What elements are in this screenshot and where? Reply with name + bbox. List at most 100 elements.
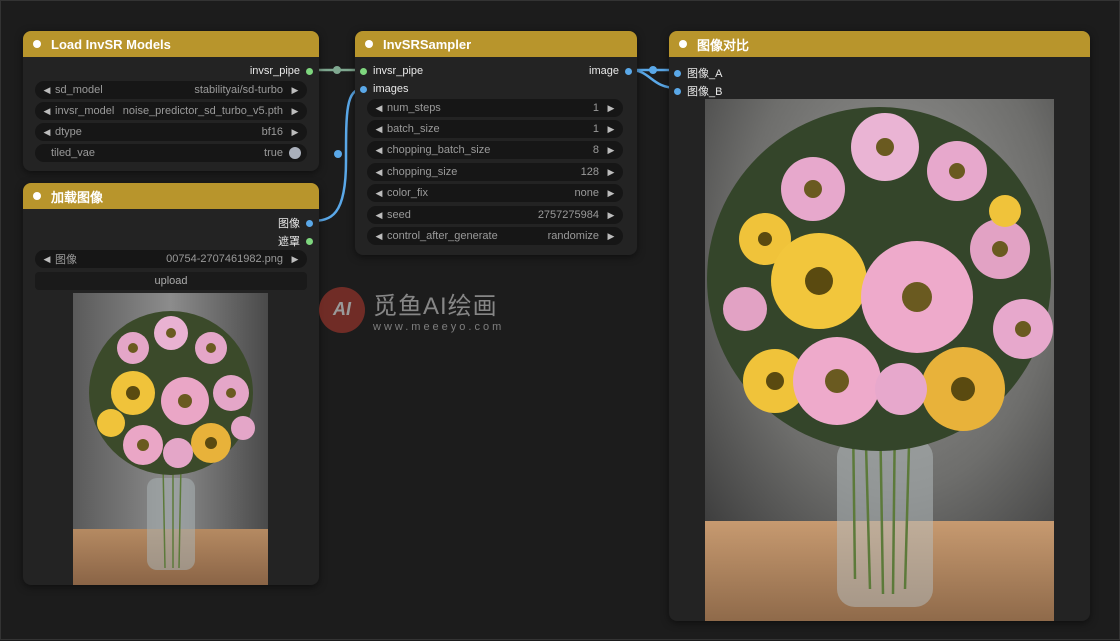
widget-label: tiled_vae <box>51 147 96 159</box>
output-dot-icon[interactable] <box>306 219 313 227</box>
toggle-icon[interactable] <box>289 147 301 159</box>
node-title: InvSRSampler <box>383 36 472 52</box>
node-canvas[interactable]: Load InvSR Models invsr_pipe ◀ sd_model … <box>0 0 1120 640</box>
output-dot-icon[interactable] <box>306 237 313 245</box>
widget-value: none <box>574 187 599 199</box>
widget-label: batch_size <box>387 123 440 135</box>
slot-label: 遮罩 <box>278 236 300 248</box>
collapse-dot-icon[interactable] <box>365 40 373 48</box>
collapse-dot-icon[interactable] <box>679 40 687 48</box>
input-slot-invsr-pipe[interactable]: invsr_pipe <box>360 65 423 77</box>
input-dot-icon[interactable] <box>674 69 681 77</box>
output-slot-invsr-pipe[interactable]: invsr_pipe <box>250 65 313 77</box>
arrow-right-icon[interactable]: ▶ <box>605 231 617 242</box>
wire-reroute-dot-3 <box>649 66 657 74</box>
widget-chopping-batch-size[interactable]: ◀ chopping_batch_size 8 ▶ <box>367 141 623 159</box>
arrow-left-icon[interactable]: ◀ <box>373 145 385 156</box>
arrow-right-icon[interactable]: ▶ <box>289 106 301 117</box>
wire-reroute-dot <box>333 66 341 74</box>
arrow-left-icon[interactable]: ◀ <box>373 124 385 135</box>
wire-reroute-dot-2 <box>334 150 342 158</box>
widget-color-fix[interactable]: ◀ color_fix none ▶ <box>367 184 623 202</box>
node-header[interactable]: InvSRSampler <box>355 31 637 57</box>
node-header[interactable]: 图像对比 <box>669 31 1090 57</box>
widget-value: 2757275984 <box>537 209 599 221</box>
arrow-right-icon[interactable]: ▶ <box>289 85 301 96</box>
watermark: AI 觅鱼AI绘画 www.meeeyo.com <box>319 286 504 333</box>
output-dot-icon[interactable] <box>306 67 313 75</box>
slot-label: 图像_B <box>687 86 723 98</box>
widget-label: seed <box>387 209 411 221</box>
arrow-left-icon[interactable]: ◀ <box>41 85 53 96</box>
node-header[interactable]: Load InvSR Models <box>23 31 319 57</box>
widget-label: chopping_batch_size <box>387 144 491 156</box>
widget-batch-size[interactable]: ◀ batch_size 1 ▶ <box>367 120 623 138</box>
output-slot-mask[interactable]: 遮罩 <box>278 233 313 249</box>
widget-tiled-vae[interactable]: tiled_vae true <box>35 144 307 162</box>
widget-chopping-size[interactable]: ◀ chopping_size 128 ▶ <box>367 163 623 181</box>
arrow-right-icon[interactable]: ▶ <box>289 254 301 265</box>
output-slot-image[interactable]: 图像 <box>278 215 313 231</box>
node-title: 加载图像 <box>51 189 104 205</box>
output-slot-image[interactable]: image <box>589 65 632 77</box>
arrow-right-icon[interactable]: ▶ <box>605 145 617 156</box>
upload-button[interactable]: upload <box>35 272 307 290</box>
arrow-right-icon[interactable]: ▶ <box>289 127 301 138</box>
widget-value: stabilityai/sd-turbo <box>194 84 283 96</box>
node-title: Load InvSR Models <box>51 36 171 52</box>
watermark-sub-text: www.meeeyo.com <box>373 321 505 333</box>
slot-label: images <box>373 83 409 95</box>
widget-value: 1 <box>592 123 599 135</box>
slot-label: invsr_pipe <box>249 65 300 77</box>
input-slot-image-b[interactable]: 图像_B <box>674 83 722 99</box>
node-invsr-sampler[interactable]: InvSRSampler invsr_pipe images image ◀ n… <box>355 31 637 255</box>
node-image-compare[interactable]: 图像对比 图像_A 图像_B <box>669 31 1090 621</box>
output-dot-icon[interactable] <box>625 67 632 75</box>
widget-label: 图像 <box>55 254 77 266</box>
arrow-left-icon[interactable]: ◀ <box>373 210 385 221</box>
watermark-logo-icon: AI <box>319 286 365 333</box>
widget-seed[interactable]: ◀ seed 2757275984 ▶ <box>367 206 623 224</box>
comparison-image[interactable] <box>705 99 1054 621</box>
arrow-left-icon[interactable]: ◀ <box>373 231 385 242</box>
collapse-dot-icon[interactable] <box>33 40 41 48</box>
widget-label: num_steps <box>387 102 441 114</box>
widget-value: 1 <box>592 102 599 114</box>
widget-control-after-generate[interactable]: ◀ control_after_generate randomize ▶ <box>367 227 623 245</box>
arrow-right-icon[interactable]: ▶ <box>605 210 617 221</box>
widget-sd-model[interactable]: ◀ sd_model stabilityai/sd-turbo ▶ <box>35 81 307 99</box>
widget-num-steps[interactable]: ◀ num_steps 1 ▶ <box>367 99 623 117</box>
arrow-right-icon[interactable]: ▶ <box>605 124 617 135</box>
arrow-left-icon[interactable]: ◀ <box>373 103 385 114</box>
arrow-left-icon[interactable]: ◀ <box>41 127 53 138</box>
input-dot-icon[interactable] <box>360 67 367 75</box>
widget-label: sd_model <box>55 84 103 96</box>
widget-value: randomize <box>547 230 599 242</box>
arrow-left-icon[interactable]: ◀ <box>373 167 385 178</box>
collapse-dot-icon[interactable] <box>33 192 41 200</box>
node-load-invsr-models[interactable]: Load InvSR Models invsr_pipe ◀ sd_model … <box>23 31 319 171</box>
arrow-left-icon[interactable]: ◀ <box>41 106 53 117</box>
input-slot-image-a[interactable]: 图像_A <box>674 65 722 81</box>
widget-image-file[interactable]: ◀ 图像 00754-2707461982.png ▶ <box>35 250 307 268</box>
widget-invsr-model[interactable]: ◀ invsr_model noise_predictor_sd_turbo_v… <box>35 102 307 120</box>
input-slot-images[interactable]: images <box>360 83 408 95</box>
arrow-right-icon[interactable]: ▶ <box>605 188 617 199</box>
slot-label: 图像_A <box>687 68 723 80</box>
widget-value: 128 <box>580 166 599 178</box>
input-dot-icon[interactable] <box>360 85 367 93</box>
node-header[interactable]: 加载图像 <box>23 183 319 209</box>
widget-label: color_fix <box>387 187 428 199</box>
widget-label: dtype <box>55 126 82 138</box>
widget-label: control_after_generate <box>387 230 498 242</box>
arrow-right-icon[interactable]: ▶ <box>605 167 617 178</box>
arrow-left-icon[interactable]: ◀ <box>41 254 53 265</box>
widget-dtype[interactable]: ◀ dtype bf16 ▶ <box>35 123 307 141</box>
input-dot-icon[interactable] <box>674 87 681 95</box>
slot-label: invsr_pipe <box>373 65 424 77</box>
arrow-left-icon[interactable]: ◀ <box>373 188 385 199</box>
slot-label: image <box>589 65 619 77</box>
node-load-image[interactable]: 加载图像 图像 遮罩 ◀ 图像 00754-2707461982.png ▶ u… <box>23 183 319 585</box>
arrow-right-icon[interactable]: ▶ <box>605 103 617 114</box>
slot-label: 图像 <box>278 218 300 230</box>
